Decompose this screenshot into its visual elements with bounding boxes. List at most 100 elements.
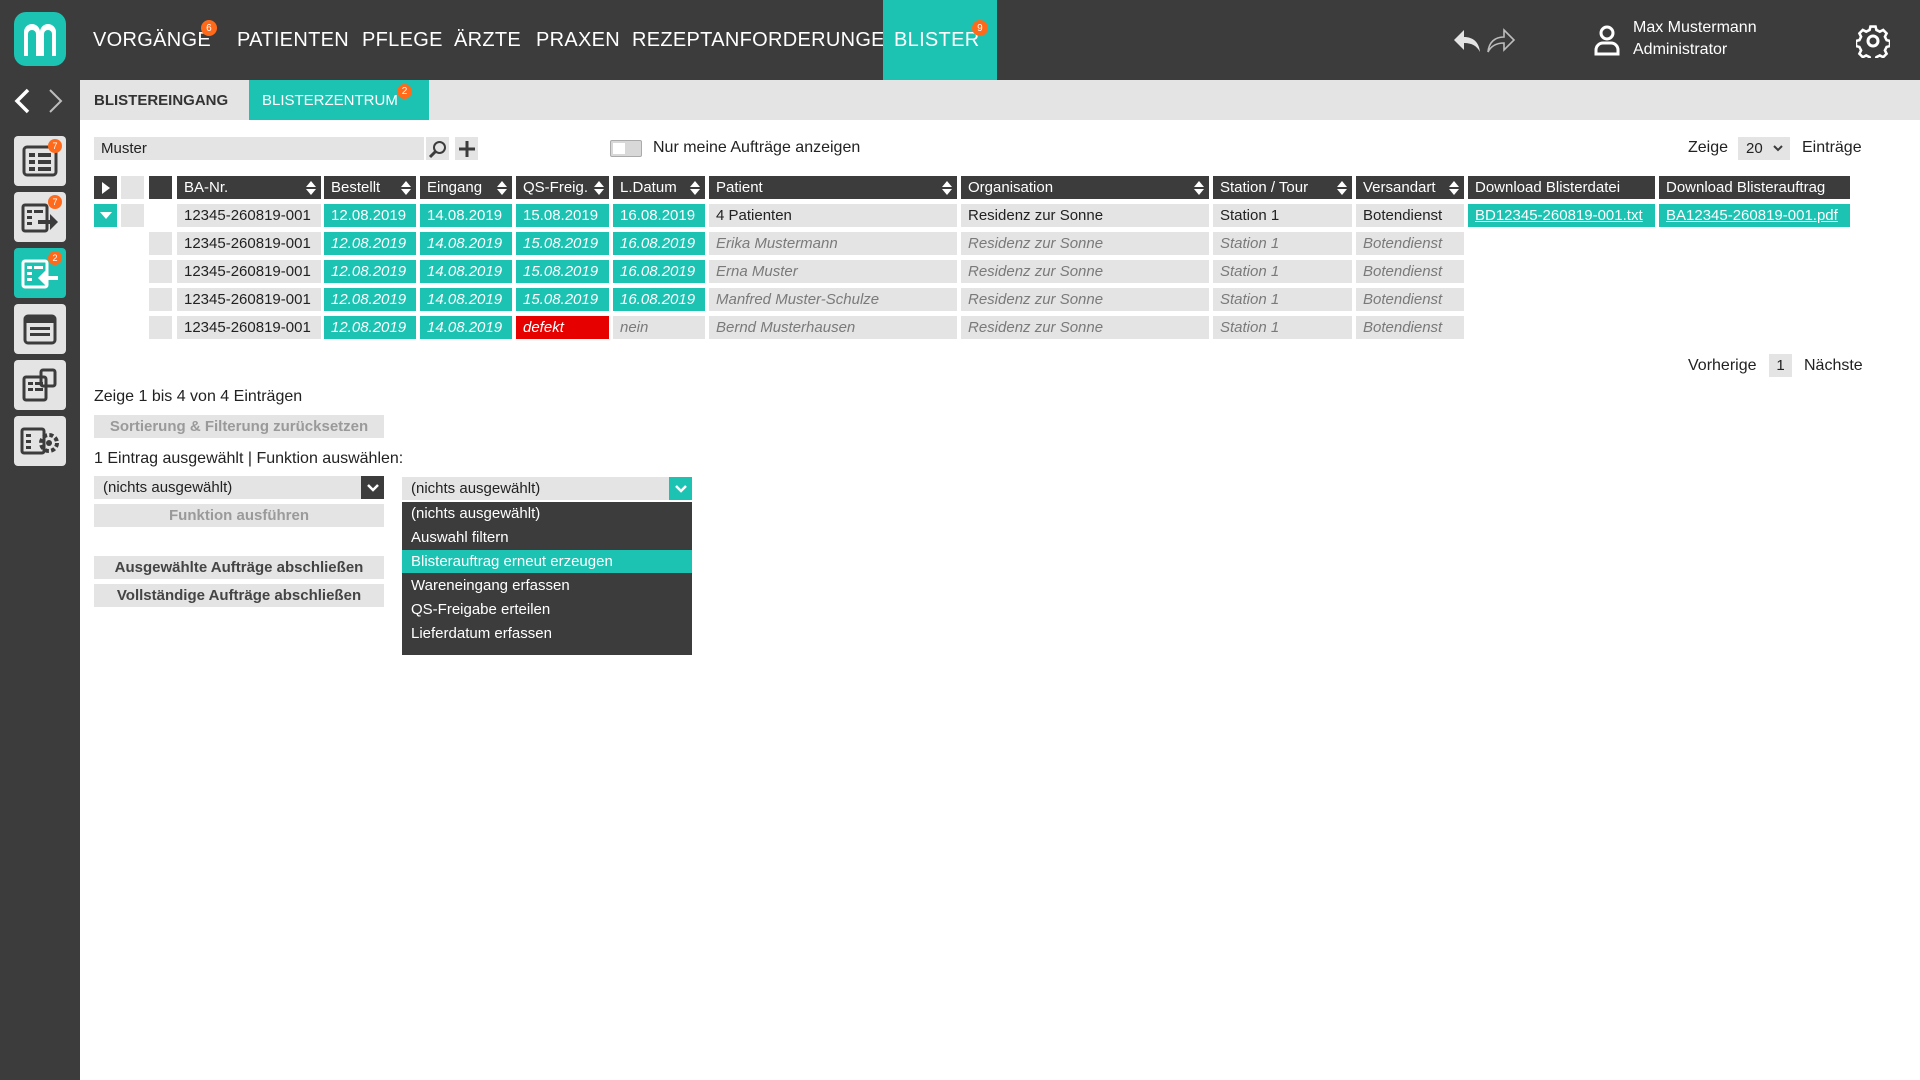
column-header-versandart[interactable]: Versandart <box>1356 176 1464 199</box>
nav-label: PRAXEN <box>536 28 621 51</box>
top-navigation-bar: VORGÄNGE 6 PATIENTEN PFLEGE ÄRZTE PRAXEN… <box>0 0 1920 80</box>
nav-rezeptanforderungen[interactable]: REZEPTANFORDERUNGEN <box>632 0 900 80</box>
header-label: BA-Nr. <box>184 179 229 196</box>
cell-ba-nr: 12345-260819-001 <box>177 260 321 283</box>
redo-icon[interactable] <box>1486 28 1516 54</box>
close-complete-orders-button[interactable]: Vollständige Aufträge abschließen <box>94 584 384 607</box>
download-blisterauftrag-link[interactable]: BA12345-260819-001.pdf <box>1659 204 1850 227</box>
page-size-value: 20 <box>1746 140 1763 157</box>
column-header-ldatum[interactable]: L.Datum <box>613 176 705 199</box>
dropdown-option[interactable]: Wareneingang erfassen <box>402 574 692 597</box>
cell-organisation: Residenz zur Sonne <box>961 260 1209 283</box>
collapse-row-button[interactable] <box>94 204 117 227</box>
dropdown-option[interactable]: QS-Freigabe erteilen <box>402 598 692 621</box>
row-checkbox[interactable] <box>149 260 172 283</box>
nav-vorgaenge[interactable]: VORGÄNGE 6 <box>93 0 217 80</box>
cell-organisation: Residenz zur Sonne <box>961 232 1209 255</box>
column-header-ba-nr[interactable]: BA-Nr. <box>177 176 321 199</box>
column-header-qs-freig[interactable]: QS-Freig. <box>516 176 609 199</box>
action-select[interactable]: (nichts ausgewählt) <box>402 477 692 500</box>
tab-label: BLISTEREINGANG <box>94 91 229 109</box>
column-header-station-tour[interactable]: Station / Tour <box>1213 176 1352 199</box>
nav-label: PATIENTEN <box>237 28 349 51</box>
forward-arrow-icon[interactable] <box>44 88 66 114</box>
tab-blistereingang[interactable]: BLISTEREINGANG <box>94 80 228 120</box>
toggle-label: Nur meine Aufträge anzeigen <box>653 139 861 156</box>
cell-qs-freig-defekt: defekt <box>516 316 609 339</box>
sidebar-item-list[interactable]: 7 <box>14 136 66 186</box>
add-button[interactable] <box>455 137 478 160</box>
search-button[interactable] <box>426 137 449 160</box>
pagination-page-1[interactable]: 1 <box>1769 354 1792 377</box>
dropdown-toggle[interactable] <box>361 476 384 499</box>
dropdown-option[interactable]: Lieferdatum erfassen <box>402 622 692 645</box>
column-header-organisation[interactable]: Organisation <box>961 176 1209 199</box>
cell-ldatum: 16.08.2019 <box>613 288 705 311</box>
undo-icon[interactable] <box>1452 28 1482 54</box>
nav-patienten[interactable]: PATIENTEN <box>237 0 349 80</box>
cell-organisation: Residenz zur Sonne <box>961 316 1209 339</box>
cell-bestellt: 12.08.2019 <box>324 288 416 311</box>
app-logo[interactable] <box>14 12 66 66</box>
expand-all-button[interactable] <box>94 176 117 199</box>
tab-blisterzentrum[interactable]: BLISTERZENTRUM 2 <box>249 80 429 120</box>
nav-blister[interactable]: BLISTER 9 <box>883 0 997 80</box>
row-checkbox[interactable] <box>121 204 144 227</box>
page-size-select[interactable]: 20 <box>1738 137 1790 160</box>
dropdown-option-highlighted[interactable]: Blisterauftrag erneut erzeugen <box>402 550 692 573</box>
row-checkbox[interactable] <box>149 232 172 255</box>
row-checkbox[interactable] <box>149 316 172 339</box>
download-blisterdatei-link[interactable]: BD12345-260819-001.txt <box>1468 204 1655 227</box>
nav-label: PFLEGE <box>362 28 443 51</box>
logo-icon <box>24 24 56 56</box>
cell-station: Station 1 <box>1213 288 1352 311</box>
cell-patient: Erika Mustermann <box>709 232 957 255</box>
dropdown-option[interactable]: (nichts ausgewählt) <box>402 502 692 525</box>
function-select[interactable]: (nichts ausgewählt) <box>94 476 384 499</box>
cell-patient: Manfred Muster-Schulze <box>709 288 957 311</box>
column-header-patient[interactable]: Patient <box>709 176 957 199</box>
pagination-previous[interactable]: Vorherige <box>1688 357 1757 375</box>
nav-label: BLISTER <box>894 28 980 51</box>
nav-pflege[interactable]: PFLEGE <box>362 0 443 80</box>
reset-sort-filter-button[interactable]: Sortierung & Filterung zurücksetzen <box>94 415 384 438</box>
action-dropdown-menu: (nichts ausgewählt) Auswahl filtern Blis… <box>402 502 692 655</box>
column-header-eingang[interactable]: Eingang <box>420 176 512 199</box>
search-input[interactable] <box>94 137 424 160</box>
nav-praxen[interactable]: PRAXEN <box>536 0 620 80</box>
notification-badge: 7 <box>48 195 62 209</box>
header-label: QS-Freig. <box>523 179 589 196</box>
execute-function-button[interactable]: Funktion ausführen <box>94 504 384 527</box>
sidebar-item-orders[interactable] <box>14 360 66 410</box>
select-all-checkbox[interactable] <box>149 176 172 199</box>
table-settings-icon <box>20 427 59 455</box>
header-label: Eingang <box>427 179 483 196</box>
user-role: Administrator <box>1633 41 1728 58</box>
calendar-icon <box>23 314 57 345</box>
sidebar-item-incoming[interactable]: 2 <box>14 248 66 298</box>
notification-badge: 2 <box>397 84 412 99</box>
cell-station: Station 1 <box>1213 232 1352 255</box>
sidebar-item-outgoing[interactable]: 7 <box>14 192 66 242</box>
sidebar-item-calendar[interactable] <box>14 304 66 354</box>
sidebar-item-settings[interactable] <box>14 416 66 466</box>
user-name[interactable]: Max Mustermann <box>1633 19 1757 37</box>
dropdown-toggle[interactable] <box>669 477 692 500</box>
nav-aerzte[interactable]: ÄRZTE <box>454 0 521 80</box>
dropdown-option[interactable]: Auswahl filtern <box>402 526 692 549</box>
play-icon <box>101 181 110 194</box>
close-selected-orders-button[interactable]: Ausgewählte Aufträge abschließen <box>94 556 384 579</box>
nav-label: VORGÄNGE <box>93 28 211 51</box>
my-orders-toggle[interactable] <box>610 140 642 157</box>
cell-versandart: Botendienst <box>1356 316 1464 339</box>
user-icon[interactable] <box>1594 24 1620 56</box>
row-checkbox[interactable] <box>149 288 172 311</box>
back-arrow-icon[interactable] <box>12 88 34 114</box>
pagination-next[interactable]: Nächste <box>1804 357 1863 375</box>
clipboard-icon <box>22 368 57 402</box>
cell-station: Station 1 <box>1213 204 1352 227</box>
chevron-down-icon <box>674 484 687 493</box>
gear-icon[interactable] <box>1856 24 1890 58</box>
cell-versandart: Botendienst <box>1356 204 1464 227</box>
column-header-bestellt[interactable]: Bestellt <box>324 176 416 199</box>
